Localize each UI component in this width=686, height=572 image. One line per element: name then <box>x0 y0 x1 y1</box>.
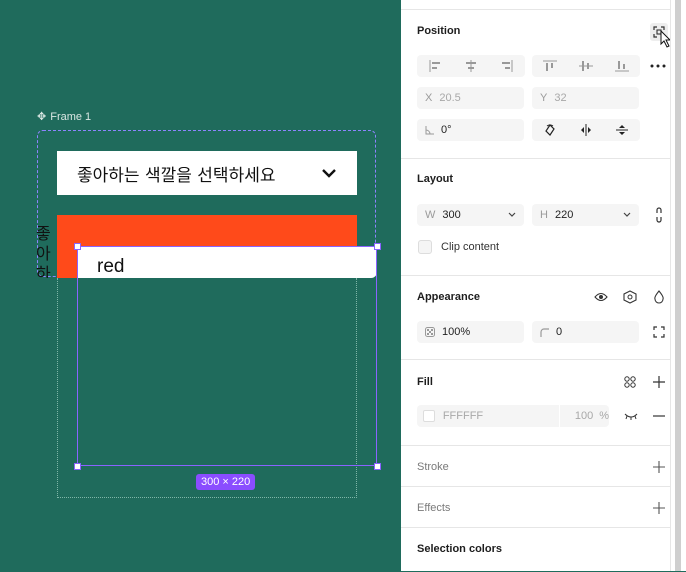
appearance-section: Appearance 100% 0 <box>401 275 670 360</box>
add-effect-icon[interactable] <box>650 499 668 517</box>
flip-horizontal-icon[interactable] <box>568 119 604 141</box>
height-field[interactable]: H 220 <box>532 204 639 226</box>
rotate-icon[interactable] <box>532 119 568 141</box>
independent-corners-icon[interactable] <box>650 323 668 341</box>
remove-fill-icon[interactable] <box>650 407 668 425</box>
blend-mode-icon[interactable] <box>621 288 639 306</box>
position-section: Position X 20.5 Y 32 0° <box>401 9 672 159</box>
styles-grid-icon[interactable] <box>621 373 639 391</box>
size-badge: 300 × 220 <box>196 474 256 490</box>
x-value: 20.5 <box>439 92 461 104</box>
width-label: W <box>425 209 436 221</box>
opacity-field[interactable]: 100% <box>417 321 524 343</box>
eye-closed-icon[interactable] <box>622 407 640 425</box>
eye-icon[interactable] <box>592 288 610 306</box>
fill-title: Fill <box>417 376 433 388</box>
opacity-icon <box>425 327 435 337</box>
corner-radius-value: 0 <box>556 326 563 338</box>
transform-group <box>532 119 640 141</box>
align-horizontal-center-icon[interactable] <box>453 55 489 77</box>
properties-panel: Position X 20.5 Y 32 0° Layout W 300 H 2… <box>401 0 672 572</box>
chevron-down-icon <box>508 212 516 218</box>
corner-radius-icon <box>540 327 549 337</box>
selection-colors-title: Selection colors <box>417 543 502 555</box>
corner-radius-field[interactable]: 0 <box>532 321 639 343</box>
fill-divider <box>558 405 560 427</box>
layout-title: Layout <box>417 173 454 185</box>
dropdown-text: 좋아하는 색깔을 선택하세요 <box>77 165 276 186</box>
y-value: 32 <box>554 92 567 104</box>
fill-opacity-value: 100 <box>574 410 594 422</box>
layout-section: Layout W 300 H 220 Clip content <box>401 158 670 276</box>
scrollbar-thumb[interactable] <box>675 0 681 571</box>
color-select-dropdown[interactable]: 좋아하는 색깔을 선택하세요 <box>57 151 357 195</box>
align-bottom-icon[interactable] <box>604 55 640 77</box>
effects-section: Effects <box>401 486 670 528</box>
rotation-value: 0° <box>441 124 452 136</box>
color-swatch[interactable] <box>423 410 435 422</box>
frame-label[interactable]: ✥ Frame 1 <box>37 110 92 124</box>
x-label: X <box>425 92 433 104</box>
vertical-align-group <box>532 55 640 77</box>
chevron-down-icon <box>623 212 631 218</box>
constrain-proportions-icon[interactable] <box>650 206 668 224</box>
overflow-vertical-text: 좋아하는 <box>36 224 51 278</box>
resize-handle-bottom-right[interactable] <box>374 463 381 470</box>
width-field[interactable]: W 300 <box>417 204 524 226</box>
add-fill-icon[interactable] <box>650 373 668 391</box>
y-field[interactable]: Y 32 <box>532 87 639 109</box>
resize-handle-top-right[interactable] <box>374 243 381 250</box>
design-canvas[interactable]: ✥ Frame 1 좋아하는 색깔을 선택하세요 좋아하는 red 300 × … <box>0 0 401 571</box>
chevron-down-icon <box>321 165 337 181</box>
opacity-value: 100% <box>442 326 471 338</box>
add-stroke-icon[interactable] <box>650 458 668 476</box>
fill-opacity-unit: % <box>599 410 609 422</box>
clip-content-checkbox[interactable] <box>418 240 432 254</box>
selection-colors-section: Selection colors <box>401 527 670 572</box>
align-right-icon[interactable] <box>489 55 525 77</box>
align-top-icon[interactable] <box>532 55 568 77</box>
clip-content-label: Clip content <box>441 241 500 253</box>
align-vertical-center-icon[interactable] <box>568 55 604 77</box>
horizontal-align-group <box>417 55 525 77</box>
fill-section: Fill FFFFFF 100 % <box>401 359 670 446</box>
align-left-icon[interactable] <box>417 55 453 77</box>
selection-box[interactable] <box>77 246 377 466</box>
frame-icon: ✥ <box>37 111 47 123</box>
x-field[interactable]: X 20.5 <box>417 87 524 109</box>
resize-handle-bottom-left[interactable] <box>74 463 81 470</box>
more-options-icon[interactable] <box>649 57 667 75</box>
resize-handle-top-left[interactable] <box>74 243 81 250</box>
panel-scrollbar[interactable] <box>670 0 686 571</box>
angle-icon <box>425 125 434 135</box>
position-title: Position <box>417 25 461 37</box>
height-label: H <box>540 209 548 221</box>
stroke-section: Stroke <box>401 445 670 487</box>
appearance-title: Appearance <box>417 291 480 303</box>
drop-icon[interactable] <box>650 288 668 306</box>
stroke-title: Stroke <box>417 461 449 473</box>
width-value: 300 <box>442 209 461 221</box>
y-label: Y <box>540 92 548 104</box>
effects-title: Effects <box>417 502 451 514</box>
height-value: 220 <box>554 209 574 221</box>
rotation-field[interactable]: 0° <box>417 119 524 141</box>
flip-vertical-icon[interactable] <box>604 119 640 141</box>
frame-label-text: Frame 1 <box>50 110 92 123</box>
fill-hex-value: FFFFFF <box>442 410 484 422</box>
fill-color-field[interactable]: FFFFFF 100 % <box>417 405 609 427</box>
